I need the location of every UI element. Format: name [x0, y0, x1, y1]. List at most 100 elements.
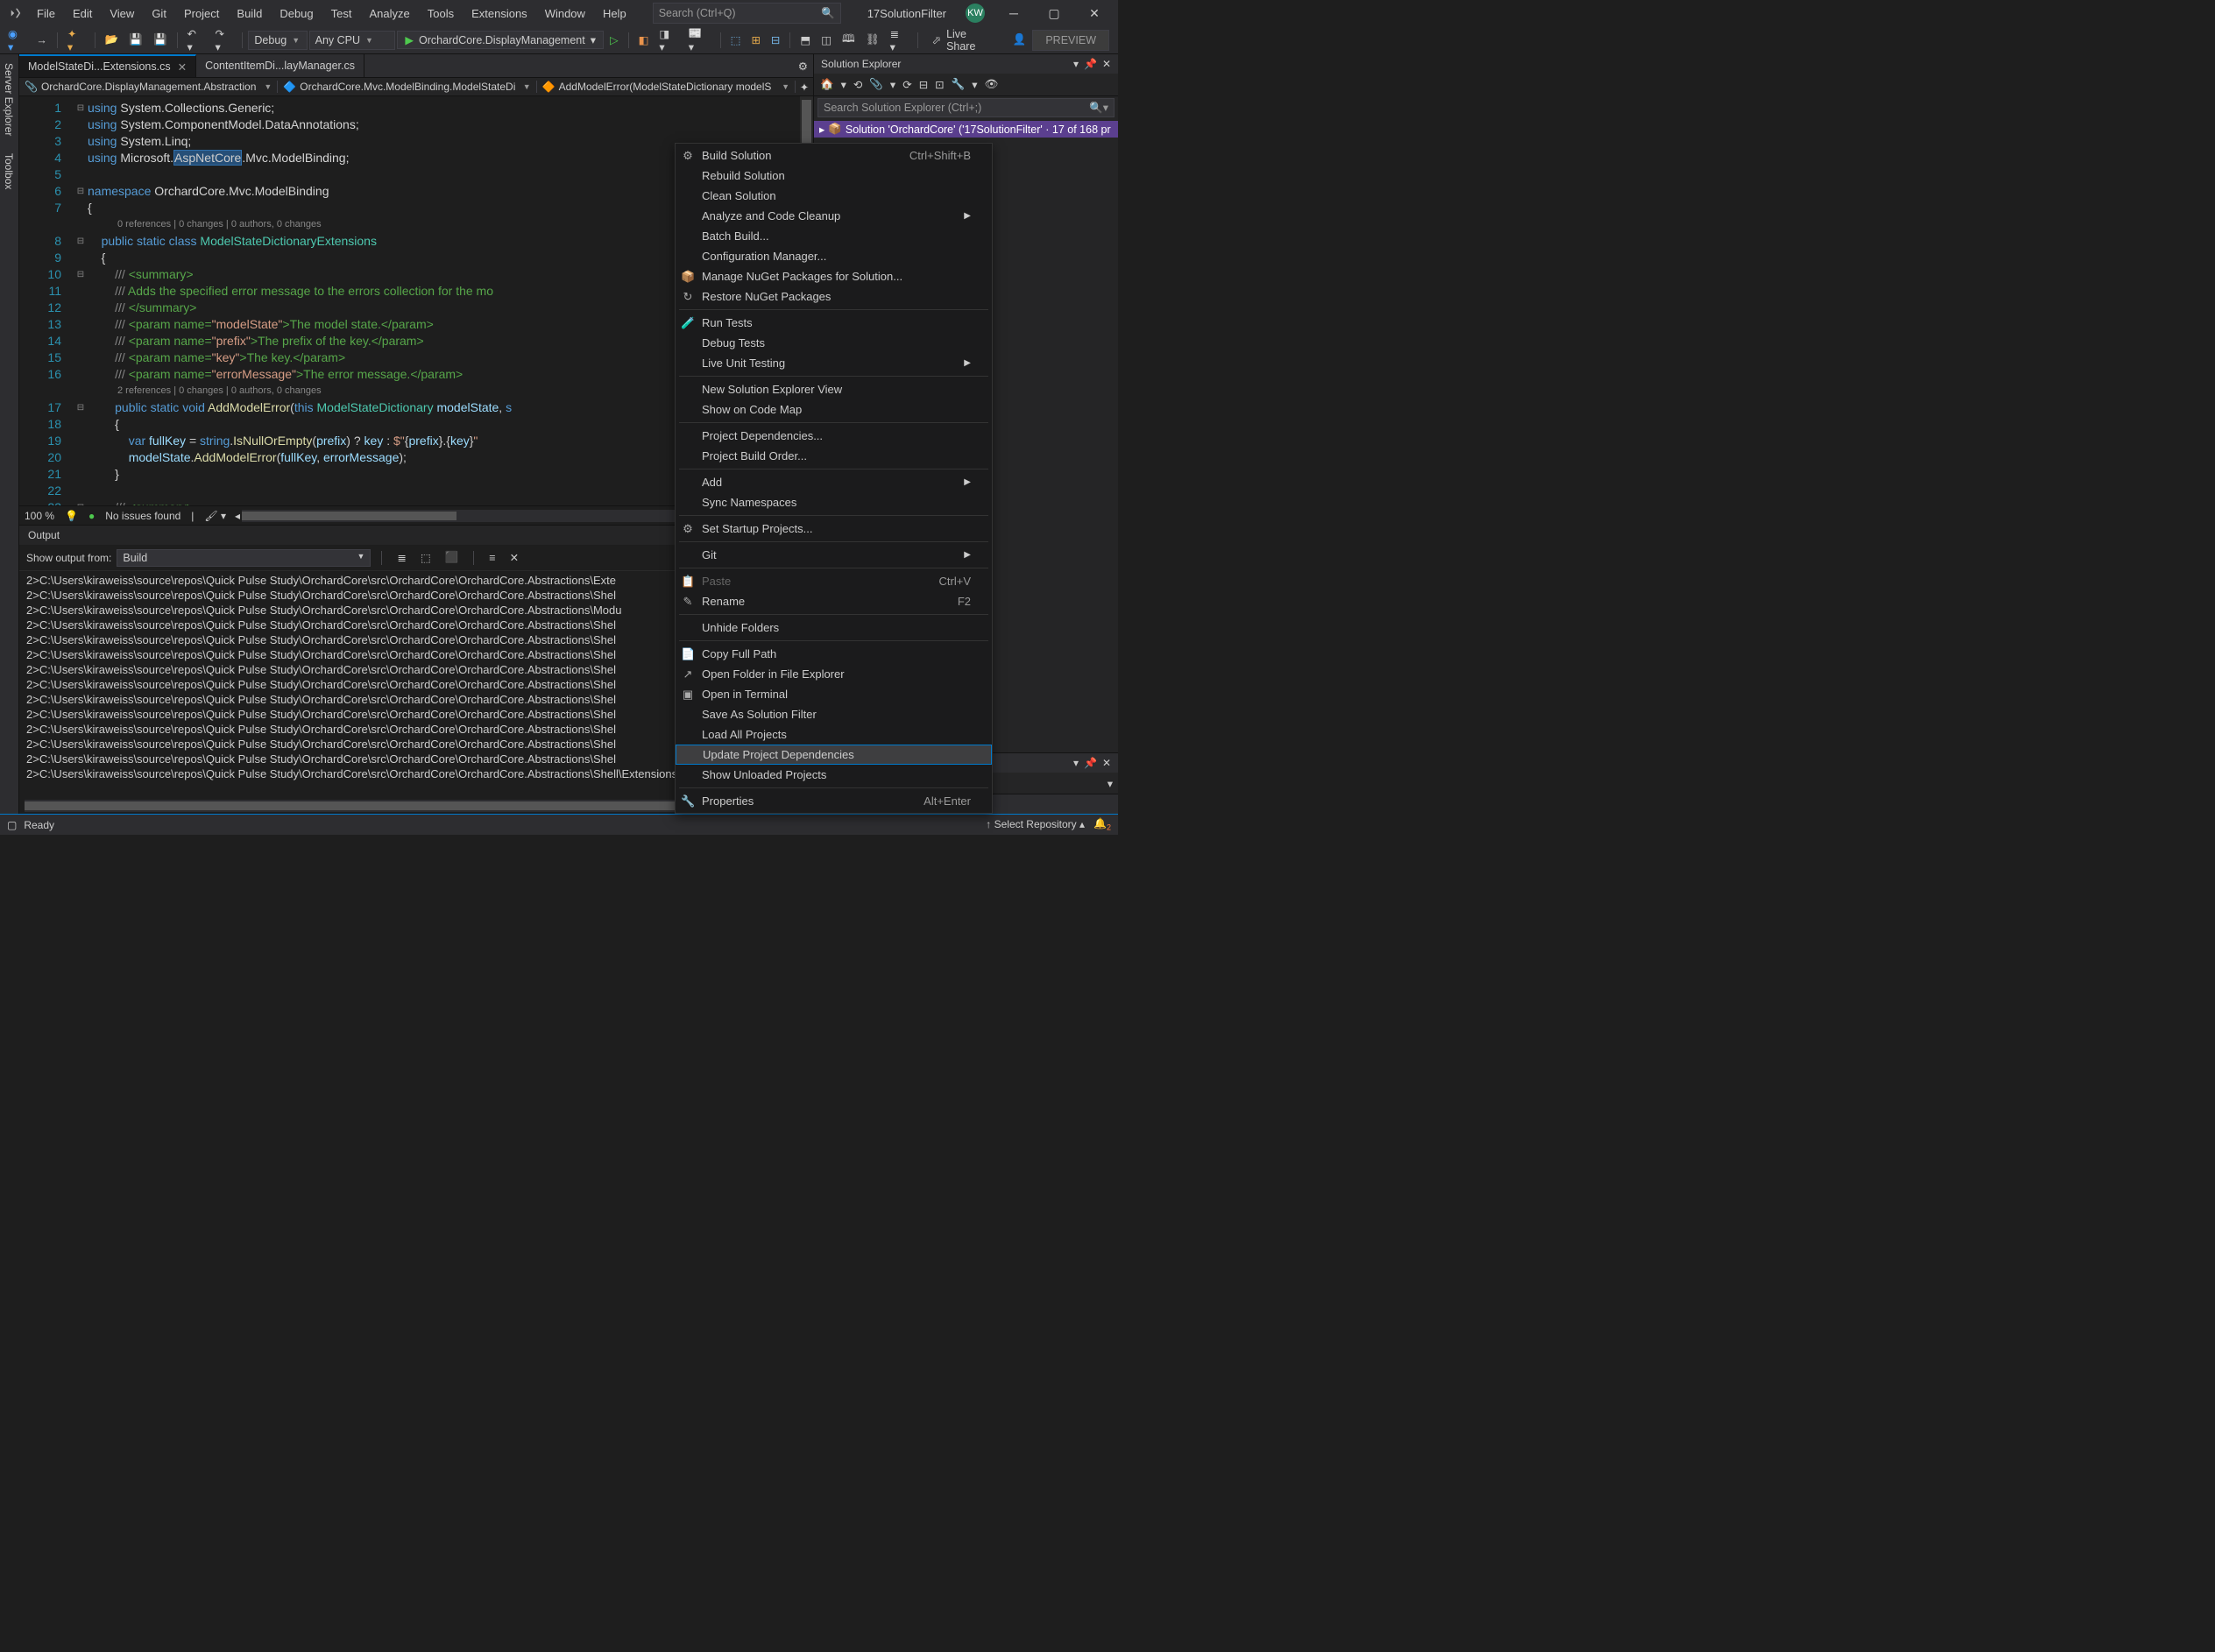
- close-icon[interactable]: ✕: [1102, 757, 1111, 769]
- menu-edit[interactable]: Edit: [64, 3, 101, 25]
- ctx-build-solution[interactable]: ⚙Build SolutionCtrl+Shift+B: [676, 145, 992, 166]
- ctx-copy-full-path[interactable]: 📄Copy Full Path: [676, 644, 992, 664]
- ctx-batch-build-[interactable]: Batch Build...: [676, 226, 992, 246]
- ctx-project-dependencies-[interactable]: Project Dependencies...: [676, 426, 992, 446]
- undo-button[interactable]: ↶ ▾: [183, 25, 209, 56]
- pin-icon[interactable]: 📌: [1084, 58, 1097, 70]
- menu-build[interactable]: Build: [228, 3, 271, 25]
- close-button[interactable]: ✕: [1074, 0, 1115, 26]
- ctx-sync-namespaces[interactable]: Sync Namespaces: [676, 492, 992, 512]
- ctx-save-as-solution-filter[interactable]: Save As Solution Filter: [676, 704, 992, 724]
- dropdown-icon[interactable]: ▾: [1073, 58, 1079, 70]
- tb-icon-9[interactable]: 🕮: [838, 28, 860, 52]
- menu-view[interactable]: View: [101, 3, 143, 25]
- menu-project[interactable]: Project: [175, 3, 228, 25]
- save-all-button[interactable]: 💾: [149, 31, 172, 49]
- ctx-add[interactable]: Add▶: [676, 472, 992, 492]
- se-properties-icon[interactable]: 🔧: [949, 76, 968, 93]
- live-share-button[interactable]: ⬀ Live Share: [924, 28, 1007, 53]
- user-avatar[interactable]: KW: [966, 4, 985, 23]
- tb-icon-8[interactable]: ◫: [817, 31, 836, 49]
- tb-icon-3[interactable]: 📰 ▾: [684, 25, 715, 56]
- ctx-show-on-code-map[interactable]: Show on Code Map: [676, 399, 992, 420]
- tb-icon-11[interactable]: ≣ ▾: [886, 25, 912, 56]
- nav-fwd-button[interactable]: →: [32, 32, 52, 49]
- ctx-set-startup-projects-[interactable]: ⚙Set Startup Projects...: [676, 519, 992, 539]
- config-combo[interactable]: Debug▼: [248, 31, 307, 50]
- ctx-unhide-folders[interactable]: Unhide Folders: [676, 618, 992, 638]
- notifications-icon[interactable]: 🔔2: [1093, 817, 1111, 831]
- feedback-icon[interactable]: 👤: [1008, 31, 1031, 49]
- ctx-open-folder-in-file-explorer[interactable]: ↗Open Folder in File Explorer: [676, 664, 992, 684]
- doc-tab[interactable]: ModelStateDi...Extensions.cs✕: [19, 54, 196, 77]
- ctx-restore-nuget-packages[interactable]: ↻Restore NuGet Packages: [676, 286, 992, 307]
- zoom-level[interactable]: 100 %: [25, 510, 54, 522]
- menu-test[interactable]: Test: [322, 3, 361, 25]
- brush-icon[interactable]: 🖌 ▾: [204, 510, 226, 522]
- ctx-show-unloaded-projects[interactable]: Show Unloaded Projects: [676, 765, 992, 785]
- redo-button[interactable]: ↷ ▾: [210, 25, 237, 56]
- minimize-button[interactable]: ─: [994, 0, 1034, 26]
- lightbulb-icon[interactable]: 💡: [65, 510, 78, 522]
- close-panel-icon[interactable]: ✕: [1102, 58, 1111, 70]
- new-project-button[interactable]: ✦ ▾: [63, 25, 89, 56]
- ctx-configuration-manager-[interactable]: Configuration Manager...: [676, 246, 992, 266]
- se-preview-icon[interactable]: 👁: [982, 76, 1001, 93]
- ctx-debug-tests[interactable]: Debug Tests: [676, 333, 992, 353]
- output-from-combo[interactable]: Build▼: [117, 549, 371, 567]
- menu-file[interactable]: File: [28, 3, 64, 25]
- output-icon-5[interactable]: ✕: [506, 548, 523, 567]
- ctx-update-project-dependencies[interactable]: Update Project Dependencies: [676, 745, 992, 765]
- gear-icon[interactable]: ⚙: [798, 60, 808, 73]
- tb-icon-6[interactable]: ⊟: [767, 31, 784, 49]
- start-without-debug-button[interactable]: ▷: [605, 31, 623, 49]
- pin-icon[interactable]: 📌: [1084, 757, 1097, 769]
- ctx-open-in-terminal[interactable]: ▣Open in Terminal: [676, 684, 992, 704]
- se-showall-icon[interactable]: ⊡: [932, 76, 946, 93]
- source-control-button[interactable]: ↑ Select Repository ▴: [986, 818, 1085, 830]
- start-debug-button[interactable]: ▶OrchardCore.DisplayManagement▾: [397, 31, 604, 49]
- menu-debug[interactable]: Debug: [271, 3, 322, 25]
- maximize-button[interactable]: ▢: [1034, 0, 1074, 26]
- preview-button[interactable]: PREVIEW: [1032, 30, 1109, 51]
- menu-git[interactable]: Git: [143, 3, 175, 25]
- se-search[interactable]: Search Solution Explorer (Ctrl+;) 🔍▾: [817, 98, 1115, 117]
- ctx-live-unit-testing[interactable]: Live Unit Testing▶: [676, 353, 992, 373]
- tb-icon-7[interactable]: ⬒: [796, 31, 815, 49]
- output-icon-3[interactable]: ⬛: [441, 548, 464, 567]
- doc-tab[interactable]: ContentItemDi...layManager.cs: [196, 54, 364, 77]
- toolbox-tab[interactable]: Toolbox: [0, 145, 18, 198]
- se-switch-icon[interactable]: ⟲: [851, 76, 865, 93]
- se-collapse-icon[interactable]: ⊟: [916, 76, 931, 93]
- menu-tools[interactable]: Tools: [419, 3, 463, 25]
- platform-combo[interactable]: Any CPU▼: [309, 31, 396, 50]
- ctx-rename[interactable]: ✎RenameF2: [676, 591, 992, 611]
- tb-icon-4[interactable]: ⬚: [726, 31, 746, 49]
- ctx-clean-solution[interactable]: Clean Solution: [676, 186, 992, 206]
- solution-root[interactable]: ▸📦Solution 'OrchardCore' ('17SolutionFil…: [814, 121, 1118, 138]
- tb-icon-10[interactable]: ⛓: [861, 31, 884, 49]
- close-tab-icon[interactable]: ✕: [178, 60, 187, 74]
- ctx-run-tests[interactable]: 🧪Run Tests: [676, 313, 992, 333]
- open-button[interactable]: 📂: [101, 31, 124, 49]
- menu-window[interactable]: Window: [536, 3, 594, 25]
- dropdown-icon[interactable]: ▾: [1073, 757, 1079, 769]
- se-sync-icon[interactable]: 📎: [867, 76, 886, 93]
- ctx-properties[interactable]: 🔧PropertiesAlt+Enter: [676, 791, 992, 811]
- server-explorer-tab[interactable]: Server Explorer: [0, 54, 18, 145]
- menu-help[interactable]: Help: [594, 3, 635, 25]
- ctx-analyze-and-code-cleanup[interactable]: Analyze and Code Cleanup▶: [676, 206, 992, 226]
- output-icon-4[interactable]: ≡: [485, 549, 499, 567]
- ctx-load-all-projects[interactable]: Load All Projects: [676, 724, 992, 745]
- save-button[interactable]: 💾: [124, 31, 147, 49]
- output-icon-2[interactable]: ⬚: [416, 548, 435, 567]
- menu-analyze[interactable]: Analyze: [360, 3, 418, 25]
- nav-class[interactable]: 🔷 OrchardCore.Mvc.ModelBinding.ModelStat…: [278, 81, 536, 93]
- ctx-new-solution-explorer-view[interactable]: New Solution Explorer View: [676, 379, 992, 399]
- ctx-project-build-order-[interactable]: Project Build Order...: [676, 446, 992, 466]
- ctx-git[interactable]: Git▶: [676, 545, 992, 565]
- tb-icon-5[interactable]: ⊞: [747, 31, 764, 49]
- tb-icon-1[interactable]: ◧: [634, 31, 654, 49]
- se-home-icon[interactable]: 🏠: [817, 76, 837, 93]
- output-icon-1[interactable]: ≣: [393, 548, 410, 567]
